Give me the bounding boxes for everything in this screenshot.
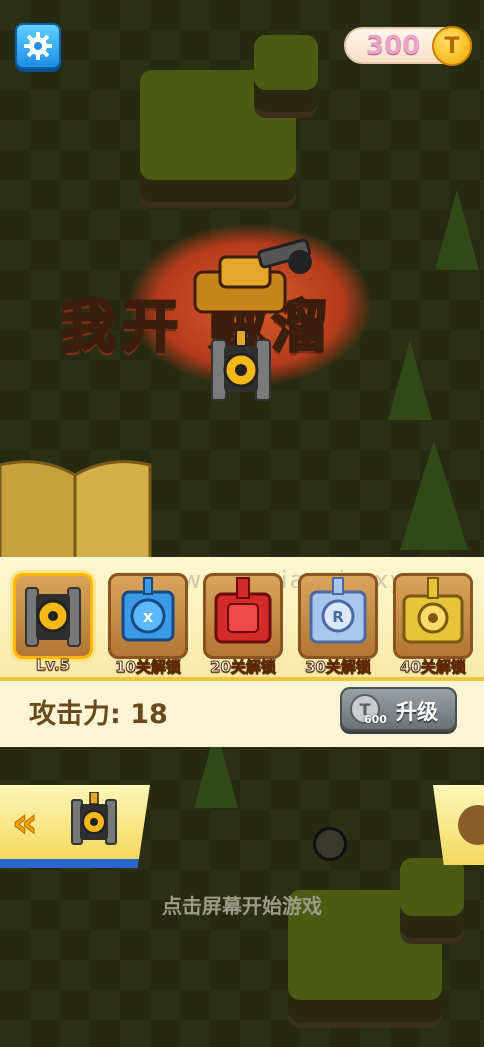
hole-marker: [313, 827, 347, 861]
logo-tank-icon: [193, 238, 312, 314]
tank-slot-5[interactable]: [393, 573, 473, 659]
tank-icon: [25, 587, 81, 647]
start-game-hint[interactable]: 点击屏幕开始游戏: [0, 890, 484, 919]
upgrade-button-label: 升级: [396, 700, 438, 724]
tank-slot-3[interactable]: [203, 573, 283, 659]
tree-decoration: [388, 340, 432, 420]
tank-slot-2-label: 10关解锁: [115, 658, 182, 677]
tank-slot-1-label: Lv.5: [35, 656, 71, 675]
locked-tank-icon: [214, 577, 272, 644]
tank-slot-3-label: 20关解锁: [210, 658, 277, 677]
attack-power-label: 攻击力: 18: [29, 699, 168, 730]
tank-slot-5-label: 40关解锁: [400, 658, 467, 677]
tab-edge: [0, 860, 138, 868]
tank-slot-2[interactable]: x: [108, 573, 188, 659]
upgrade-button[interactable]: T 600 升级: [340, 687, 457, 731]
coin-amount: 300: [366, 31, 421, 61]
locked-tank-icon: [402, 577, 464, 644]
tank-slot-4-label: 30关解锁: [305, 658, 372, 677]
tank-slot-1[interactable]: [13, 573, 93, 659]
upgrade-cost: 600: [364, 713, 387, 726]
double-chevron-left-icon[interactable]: «: [12, 800, 39, 847]
tree-decoration: [435, 190, 479, 270]
gear-icon: [24, 32, 52, 60]
tank-slot-4[interactable]: R: [298, 573, 378, 659]
coin-icon: T: [432, 26, 472, 66]
locked-tank-icon: x: [121, 577, 175, 642]
player-tank-icon: [211, 329, 271, 401]
background-platform: [254, 35, 318, 90]
locked-tank-icon: R: [309, 577, 367, 644]
svg-text:x: x: [143, 607, 154, 626]
watermark-text: www.yyxiaoxin.xyz: [160, 566, 421, 594]
tree-decoration: [400, 440, 468, 550]
current-tank-icon: [71, 792, 117, 845]
svg-text:R: R: [332, 608, 344, 626]
coin-counter: 300 T: [344, 26, 472, 66]
settings-button[interactable]: [15, 23, 61, 69]
